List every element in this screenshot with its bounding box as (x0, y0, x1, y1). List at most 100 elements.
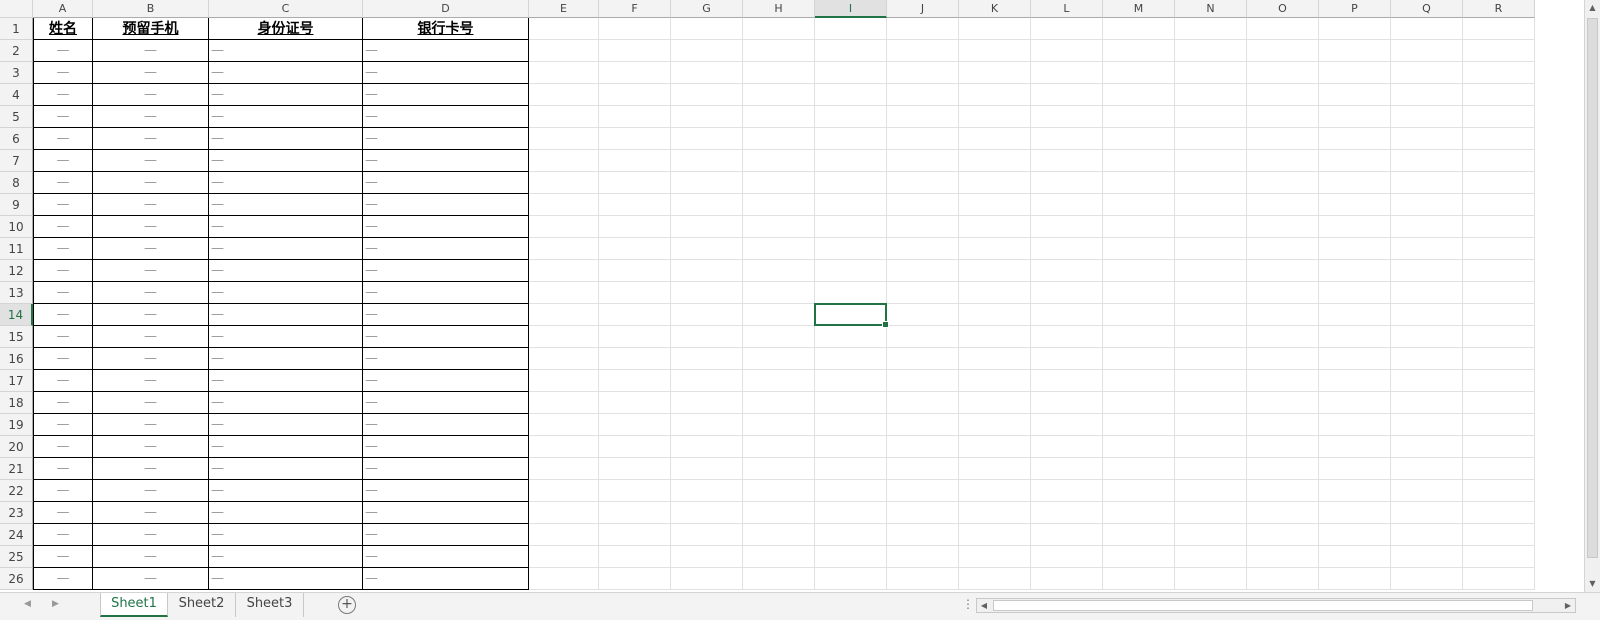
table-cell[interactable] (1247, 414, 1319, 436)
table-cell[interactable] (1391, 84, 1463, 106)
table-cell[interactable] (815, 194, 887, 216)
table-cell[interactable]: — (93, 458, 209, 480)
table-cell[interactable] (1463, 348, 1535, 370)
table-cell[interactable] (887, 436, 959, 458)
row-header-6[interactable]: 6 (0, 128, 33, 150)
column-header-j[interactable]: J (887, 0, 959, 18)
table-cell[interactable] (1103, 84, 1175, 106)
table-cell[interactable] (1463, 436, 1535, 458)
table-cell[interactable]: — (33, 414, 93, 436)
table-cell[interactable] (1247, 62, 1319, 84)
table-cell[interactable] (1463, 62, 1535, 84)
table-cell[interactable] (529, 282, 599, 304)
table-cell[interactable] (743, 414, 815, 436)
table-cell[interactable] (887, 502, 959, 524)
table-cell[interactable] (1031, 18, 1103, 40)
table-cell[interactable] (1247, 18, 1319, 40)
table-cell[interactable]: — (93, 238, 209, 260)
table-cell[interactable] (529, 370, 599, 392)
table-cell[interactable] (1175, 216, 1247, 238)
table-cell[interactable] (1031, 84, 1103, 106)
table-cell[interactable] (1247, 502, 1319, 524)
table-cell[interactable]: — (33, 304, 93, 326)
table-cell[interactable] (1175, 568, 1247, 590)
table-cell[interactable] (599, 348, 671, 370)
table-cell[interactable] (1463, 150, 1535, 172)
table-cell[interactable]: — (33, 392, 93, 414)
table-cell[interactable]: — (363, 238, 529, 260)
table-cell[interactable] (671, 326, 743, 348)
table-cell[interactable]: — (33, 458, 93, 480)
table-cell[interactable]: — (93, 414, 209, 436)
table-cell[interactable]: — (93, 546, 209, 568)
table-cell[interactable] (1175, 172, 1247, 194)
table-cell[interactable] (887, 194, 959, 216)
table-cell[interactable] (671, 172, 743, 194)
row-header-10[interactable]: 10 (0, 216, 33, 238)
table-cell[interactable] (1391, 436, 1463, 458)
table-cell[interactable] (1319, 238, 1391, 260)
table-cell[interactable] (959, 348, 1031, 370)
table-cell[interactable] (599, 326, 671, 348)
table-cell[interactable] (671, 62, 743, 84)
table-cell[interactable]: — (209, 150, 363, 172)
table-cell[interactable] (1103, 282, 1175, 304)
table-cell[interactable]: — (363, 480, 529, 502)
table-cell[interactable] (1319, 62, 1391, 84)
table-cell[interactable] (529, 546, 599, 568)
table-cell[interactable] (1391, 348, 1463, 370)
table-cell[interactable] (815, 326, 887, 348)
table-cell[interactable] (743, 238, 815, 260)
table-cell[interactable]: — (33, 238, 93, 260)
table-cell[interactable] (671, 106, 743, 128)
table-cell[interactable] (1031, 62, 1103, 84)
table-cell[interactable] (815, 260, 887, 282)
table-cell[interactable]: — (209, 524, 363, 546)
table-cell[interactable] (815, 546, 887, 568)
table-cell[interactable] (599, 106, 671, 128)
table-cell[interactable] (1463, 304, 1535, 326)
row-header-24[interactable]: 24 (0, 524, 33, 546)
table-cell[interactable] (1319, 480, 1391, 502)
table-cell[interactable] (1103, 40, 1175, 62)
table-cell[interactable] (1103, 392, 1175, 414)
table-cell[interactable] (529, 524, 599, 546)
column-header-h[interactable]: H (743, 0, 815, 18)
table-cell[interactable] (1319, 458, 1391, 480)
table-cell[interactable] (1391, 304, 1463, 326)
row-header-4[interactable]: 4 (0, 84, 33, 106)
table-cell[interactable] (743, 458, 815, 480)
table-cell[interactable] (743, 326, 815, 348)
table-cell[interactable] (1031, 40, 1103, 62)
table-cell[interactable] (529, 392, 599, 414)
table-cell[interactable]: — (363, 304, 529, 326)
table-cell[interactable] (671, 414, 743, 436)
table-cell[interactable]: — (209, 414, 363, 436)
table-cell[interactable]: — (93, 282, 209, 304)
table-cell[interactable] (1175, 194, 1247, 216)
table-cell[interactable] (887, 128, 959, 150)
table-cell[interactable]: — (33, 524, 93, 546)
table-cell[interactable] (1463, 568, 1535, 590)
table-cell[interactable] (1247, 238, 1319, 260)
table-cell[interactable] (1463, 326, 1535, 348)
table-cell[interactable] (1319, 40, 1391, 62)
table-cell[interactable] (1247, 194, 1319, 216)
table-cell[interactable] (815, 150, 887, 172)
table-cell[interactable]: — (209, 392, 363, 414)
row-header-8[interactable]: 8 (0, 172, 33, 194)
table-cell[interactable] (1247, 84, 1319, 106)
table-cell[interactable]: — (209, 40, 363, 62)
table-cell[interactable]: — (363, 326, 529, 348)
table-cell[interactable] (743, 370, 815, 392)
table-cell[interactable]: — (363, 502, 529, 524)
table-cell[interactable] (1391, 172, 1463, 194)
table-cell[interactable] (1463, 502, 1535, 524)
table-cell[interactable] (529, 194, 599, 216)
table-cell[interactable] (887, 84, 959, 106)
table-cell[interactable]: — (209, 480, 363, 502)
column-header-r[interactable]: R (1463, 0, 1535, 18)
table-cell[interactable] (671, 370, 743, 392)
table-cell[interactable] (887, 282, 959, 304)
table-cell[interactable]: — (93, 392, 209, 414)
